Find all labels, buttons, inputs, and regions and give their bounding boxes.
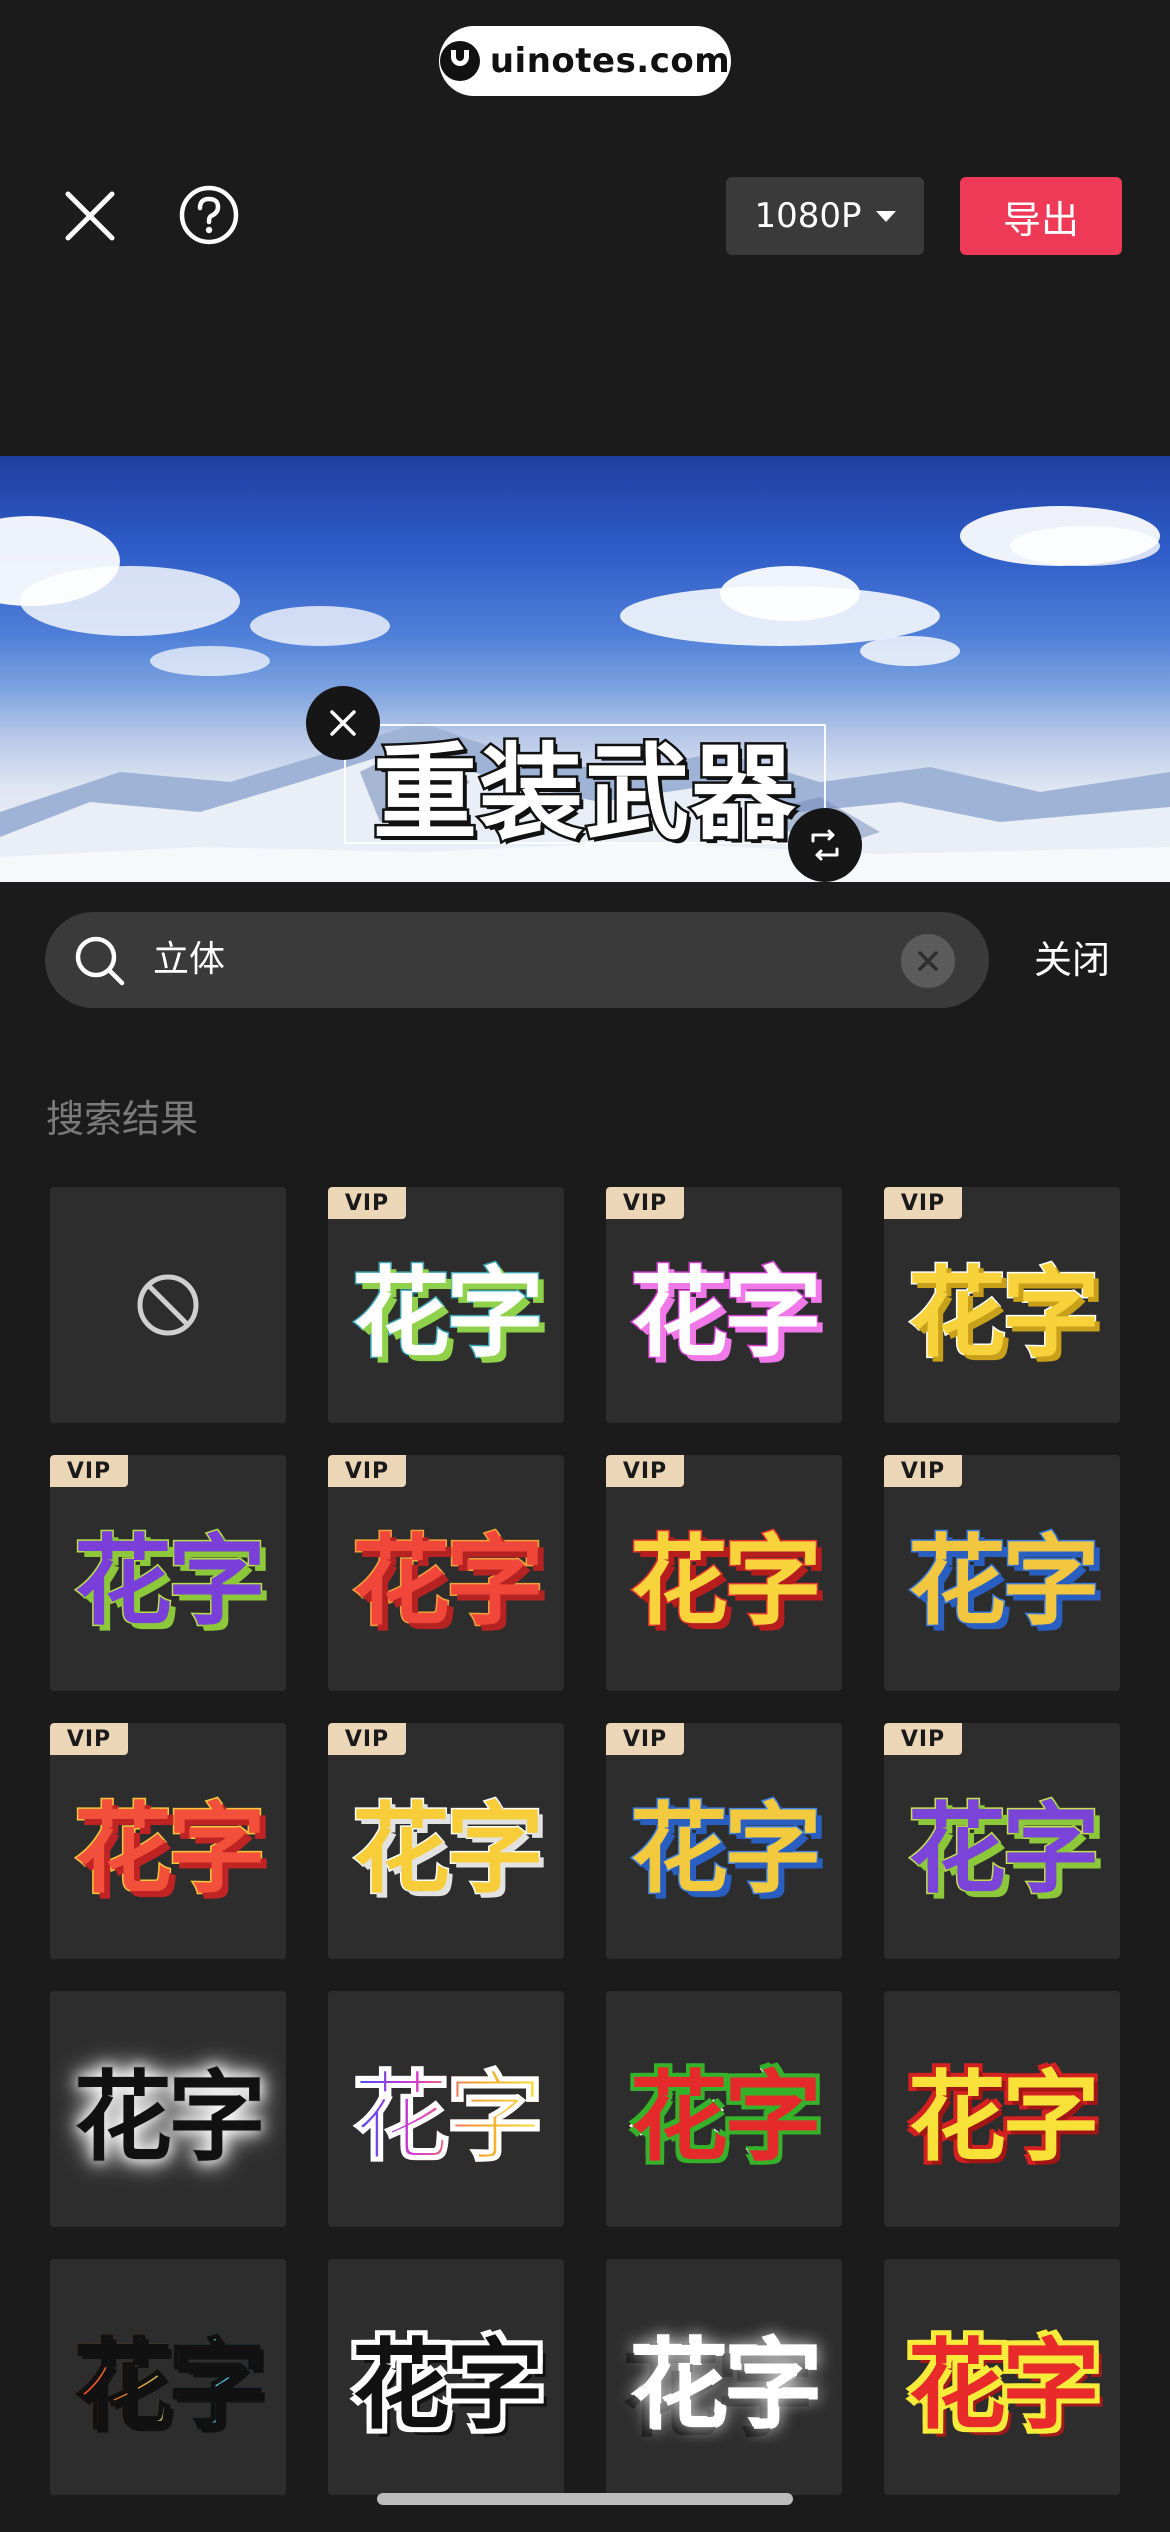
style-tile[interactable]: 花字 [884,2259,1120,2495]
rotate-scale-icon[interactable] [788,808,862,882]
style-tile[interactable]: VIP 花字 [328,1187,564,1423]
style-tile[interactable]: VIP 花字 [606,1455,842,1691]
delete-text-icon[interactable] [306,686,380,760]
style-sample-text: 花字 [350,1256,545,1373]
style-sample-text: 花字 [906,1792,1101,1909]
style-sample-text: 花字 [350,2328,545,2445]
style-sample-text: 花字 [628,1256,823,1373]
vip-badge: VIP [884,1455,962,1487]
caret-down-icon [875,210,896,222]
style-tile[interactable]: 花字 [328,2259,564,2495]
vip-badge: VIP [884,1187,962,1219]
style-sample-text: 花字 [906,1524,1101,1641]
style-tile[interactable]: 花字 [606,2259,842,2495]
watermark: uinotes.com [439,26,731,96]
style-tile[interactable]: VIP 花字 [328,1455,564,1691]
style-tile[interactable]: VIP 花字 [884,1187,1120,1423]
style-tile[interactable]: 花字 [50,2259,286,2495]
style-sample-text: 花字 [72,1792,267,1909]
vip-badge: VIP [328,1455,406,1487]
vip-badge: VIP [50,1723,128,1755]
search-icon [75,936,125,986]
video-preview[interactable]: 重装武器 [0,456,1170,882]
style-tile[interactable]: 花字 [606,1991,842,2227]
close-search-button[interactable]: 关闭 [1034,912,1110,1008]
style-sample-text: 花字 [906,2059,1102,2177]
help-circle-icon[interactable] [176,182,242,248]
resolution-label: 1080P [754,196,862,236]
style-tile[interactable]: VIP 花字 [50,1455,286,1691]
style-tile[interactable]: 花字 [50,1991,286,2227]
home-indicator [377,2493,793,2505]
style-sample-text: 花字 [628,2059,824,2177]
vip-badge: VIP [328,1187,406,1219]
watermark-text: uinotes.com [489,41,731,81]
style-tile[interactable]: VIP 花字 [606,1187,842,1423]
style-sample-text: 花字 [351,2038,545,2180]
overlay-text[interactable]: 重装武器 [344,718,826,856]
vip-badge: VIP [606,1723,684,1755]
style-sample-text: 花字 [73,2306,267,2448]
style-tile[interactable]: 花字 [328,1991,564,2227]
clear-circle-icon[interactable] [901,934,955,988]
uinotes-logo-icon [439,41,480,81]
style-tile[interactable]: VIP 花字 [328,1723,564,1959]
no-style-icon [137,1274,199,1336]
vip-badge: VIP [606,1187,684,1219]
export-button[interactable]: 导出 [960,177,1122,255]
style-sample-text: 花字 [73,2060,267,2176]
search-input-value[interactable]: 立体 [153,912,225,1008]
style-tile[interactable]: VIP 花字 [884,1455,1120,1691]
resolution-dropdown[interactable]: 1080P [726,177,924,255]
vip-badge: VIP [606,1455,684,1487]
style-sample-text: 花字 [628,1792,823,1909]
style-tile-none[interactable] [50,1187,286,1423]
style-sample-text: 花字 [350,1792,545,1909]
style-sample-text: 花字 [350,1524,545,1641]
vip-badge: VIP [50,1455,128,1487]
style-sample-text: 花字 [72,1524,267,1641]
results-title: 搜索结果 [46,1097,199,1141]
vip-badge: VIP [328,1723,406,1755]
vip-badge: VIP [884,1723,962,1755]
style-sample-text: 花字 [906,1256,1101,1373]
style-tile[interactable]: VIP 花字 [884,1723,1120,1959]
close-icon[interactable] [56,182,124,250]
style-sample-text: 花字 [628,1524,823,1641]
style-tile[interactable]: VIP 花字 [50,1723,286,1959]
style-sample-text: 花字 [906,2327,1102,2445]
style-tile[interactable]: 花字 [884,1991,1120,2227]
search-input[interactable]: 立体 [45,912,989,1008]
style-sample-text: 花字 [629,2328,823,2444]
style-tile[interactable]: VIP 花字 [606,1723,842,1959]
